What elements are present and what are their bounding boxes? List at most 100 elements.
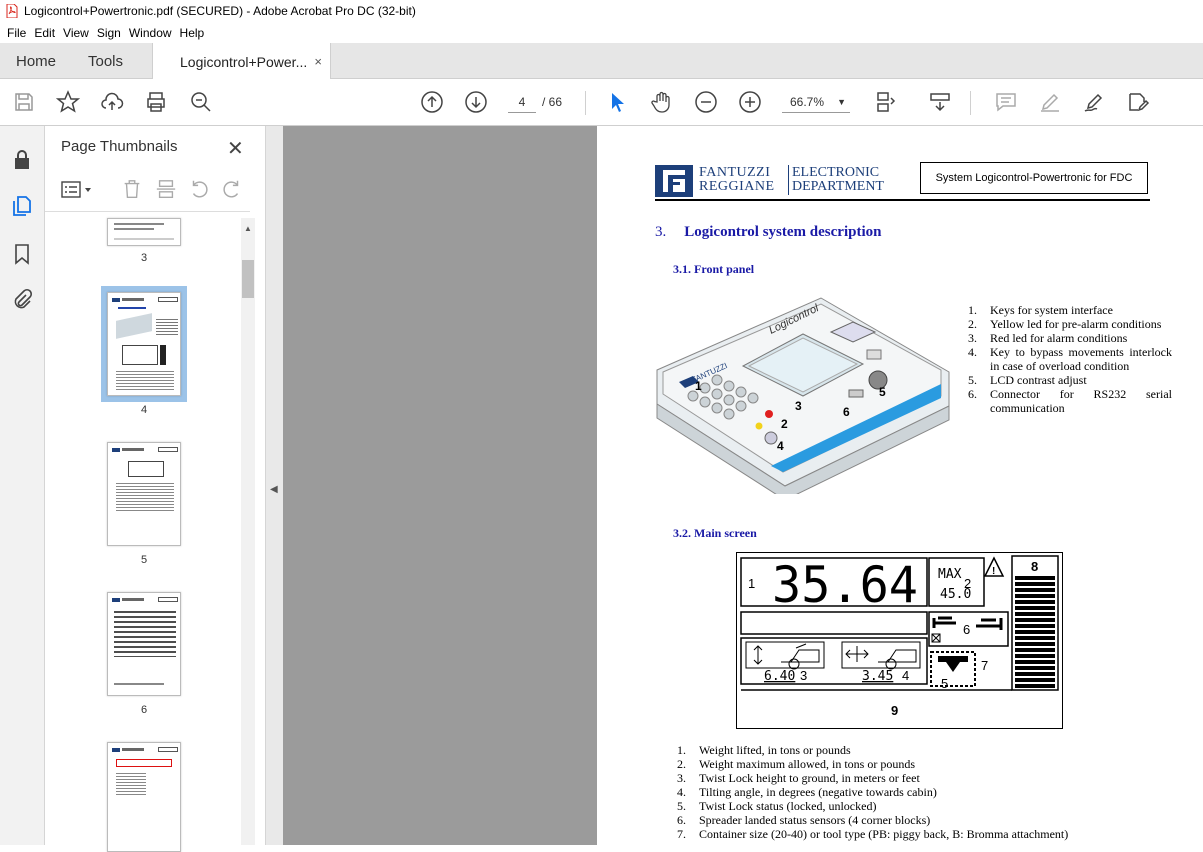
section-heading: 3. Logicontrol system description [655,224,881,241]
front-panel-illustration: FANTUZZI Logicontrol 1 2 3 4 5 6 [656,297,950,494]
screen-label-3: 3 [800,668,807,683]
thumbnail-label-3: 3 [140,252,148,264]
title-bar: Logicontrol+Powertronic.pdf (SECURED) - … [0,0,1203,22]
header-box: System Logicontrol-Powertronic for FDC [920,162,1148,194]
screen-label-6: 6 [963,622,970,637]
hand-tool-icon[interactable] [649,89,675,115]
acrobat-file-icon [6,4,18,18]
page-display-icon[interactable] [873,89,899,115]
search-icon[interactable] [188,89,214,115]
scroll-mode-icon[interactable] [927,89,953,115]
panel-title: Page Thumbnails [61,138,178,155]
bookmark-icon[interactable] [10,242,34,266]
list-item: 5. LCD contrast adjust [968,373,1087,387]
tab-close-icon[interactable]: × [314,54,322,69]
edit-pdf-icon[interactable] [1125,89,1151,115]
sign-icon[interactable] [1081,89,1107,115]
screen-weight-readout: 35.64 [772,556,918,614]
zoom-value: 66.7% [790,95,825,109]
thumbnail-page-3[interactable] [107,218,181,246]
page-thumbnails-icon[interactable] [10,194,34,218]
list-item: 3. Red led for alarm conditions [968,331,1128,345]
thumbnail-label-4: 4 [140,404,148,416]
list-item: 2. Yellow led for pre-alarm conditions [968,317,1162,331]
close-icon[interactable]: ✕ [227,136,244,161]
thumbnails-scrollbar[interactable]: ▲ [241,218,255,845]
collapse-panel-handle[interactable]: ◀ [266,126,283,845]
thumbnail-page-5[interactable] [107,442,181,546]
window-title: Logicontrol+Powertronic.pdf (SECURED) - … [24,4,416,18]
lock-icon[interactable] [10,148,34,172]
star-icon[interactable] [55,89,81,115]
logo-text-3: ELECTRONIC [792,165,880,180]
zoom-out-icon[interactable] [693,89,719,115]
list-item: 7. Container size (20-40) or tool type (P… [677,827,1069,841]
comment-icon[interactable] [993,89,1019,115]
list-item: 4. Tilting angle, in degrees (negative to… [677,785,937,799]
screen-label-9: 9 [891,703,898,718]
print-icon[interactable] [143,89,169,115]
main-screen-list: 1. Weight lifted, in tons or pounds 2. Wei… [677,743,1097,841]
save-icon[interactable] [11,89,37,115]
zoom-in-icon[interactable] [737,89,763,115]
document-page: FANTUZZI REGGIANE ELECTRONIC DEPARTMENT … [597,126,1203,845]
svg-text:!: ! [992,566,995,577]
list-item: 5. Twist Lock status (locked, unlocked) [677,799,877,813]
load-bargraph [1015,576,1055,688]
rotate-right-icon[interactable] [221,178,243,200]
page-total: / 66 [542,95,563,109]
rotate-left-icon[interactable] [188,178,210,200]
tab-home[interactable]: Home [16,43,56,79]
screen-label-2: 2 [964,576,971,591]
callout-5: 5 [879,385,886,399]
thumbnail-page-7[interactable] [107,742,181,852]
left-rail [0,126,45,845]
list-item: 6. Spreader landed status sensors (4 corn… [677,813,931,827]
callout-1: 1 [695,379,702,393]
callout-6: 6 [843,405,850,419]
screen-label-1: 1 [748,576,755,591]
header-rule [655,199,1150,201]
zoom-select[interactable]: 66.7% ▼ [782,91,850,113]
screen-label-7: 7 [981,658,988,673]
company-logo: FANTUZZI REGGIANE ELECTRONIC DEPARTMENT [655,165,900,197]
thumbnail-page-6[interactable] [107,592,181,696]
highlight-icon[interactable] [1037,89,1063,115]
thumbnail-page-4[interactable] [107,292,181,396]
previous-page-icon[interactable] [419,89,445,115]
list-item: 3. Twist Lock height to ground, in meters… [677,771,920,785]
screen-max-label: MAX [938,567,962,582]
screen-height-value: 6.40 [764,669,795,684]
screen-label-8: 8 [1031,559,1038,574]
menu-sign[interactable]: Sign [97,26,121,40]
upload-cloud-icon[interactable] [99,89,125,115]
options-menu-icon[interactable] [61,180,95,200]
section-title: Logicontrol system description [684,224,882,240]
scrollbar-thumb[interactable] [242,260,254,298]
scroll-up-icon[interactable]: ▲ [244,224,252,233]
page-number-input[interactable]: 4 [508,91,536,113]
callout-4: 4 [777,439,784,453]
screen-tilt-value: 3.45 [862,669,893,684]
extract-icon[interactable] [155,178,177,200]
tab-document[interactable]: Logicontrol+Power... × [152,43,331,80]
delete-icon[interactable] [121,178,143,200]
select-cursor-icon[interactable] [605,89,631,115]
next-page-icon[interactable] [463,89,489,115]
logo-text-1: FANTUZZI [699,165,771,180]
front-panel-list: 1. Keys for system interface 2. Yellow led… [968,303,1172,415]
tab-bar: Home Tools Logicontrol+Power... × [0,43,1203,80]
list-item: 1. Weight lifted, in tons or pounds [677,743,851,757]
toolbar: 4 / 66 66.7% ▼ [0,79,1203,126]
callout-3: 3 [795,399,802,413]
list-item: 4. Key to bypass movements interlock in c… [968,345,1172,373]
menu-file[interactable]: File [7,26,26,40]
menu-edit[interactable]: Edit [34,26,55,40]
tab-tools[interactable]: Tools [88,43,123,79]
list-item: 6. Connector for RS232 serial communicati… [968,387,1172,415]
menu-view[interactable]: View [63,26,89,40]
menu-help[interactable]: Help [180,26,205,40]
logo-text-4: DEPARTMENT [792,179,884,194]
menu-window[interactable]: Window [129,26,172,40]
attachment-icon[interactable] [10,288,34,312]
